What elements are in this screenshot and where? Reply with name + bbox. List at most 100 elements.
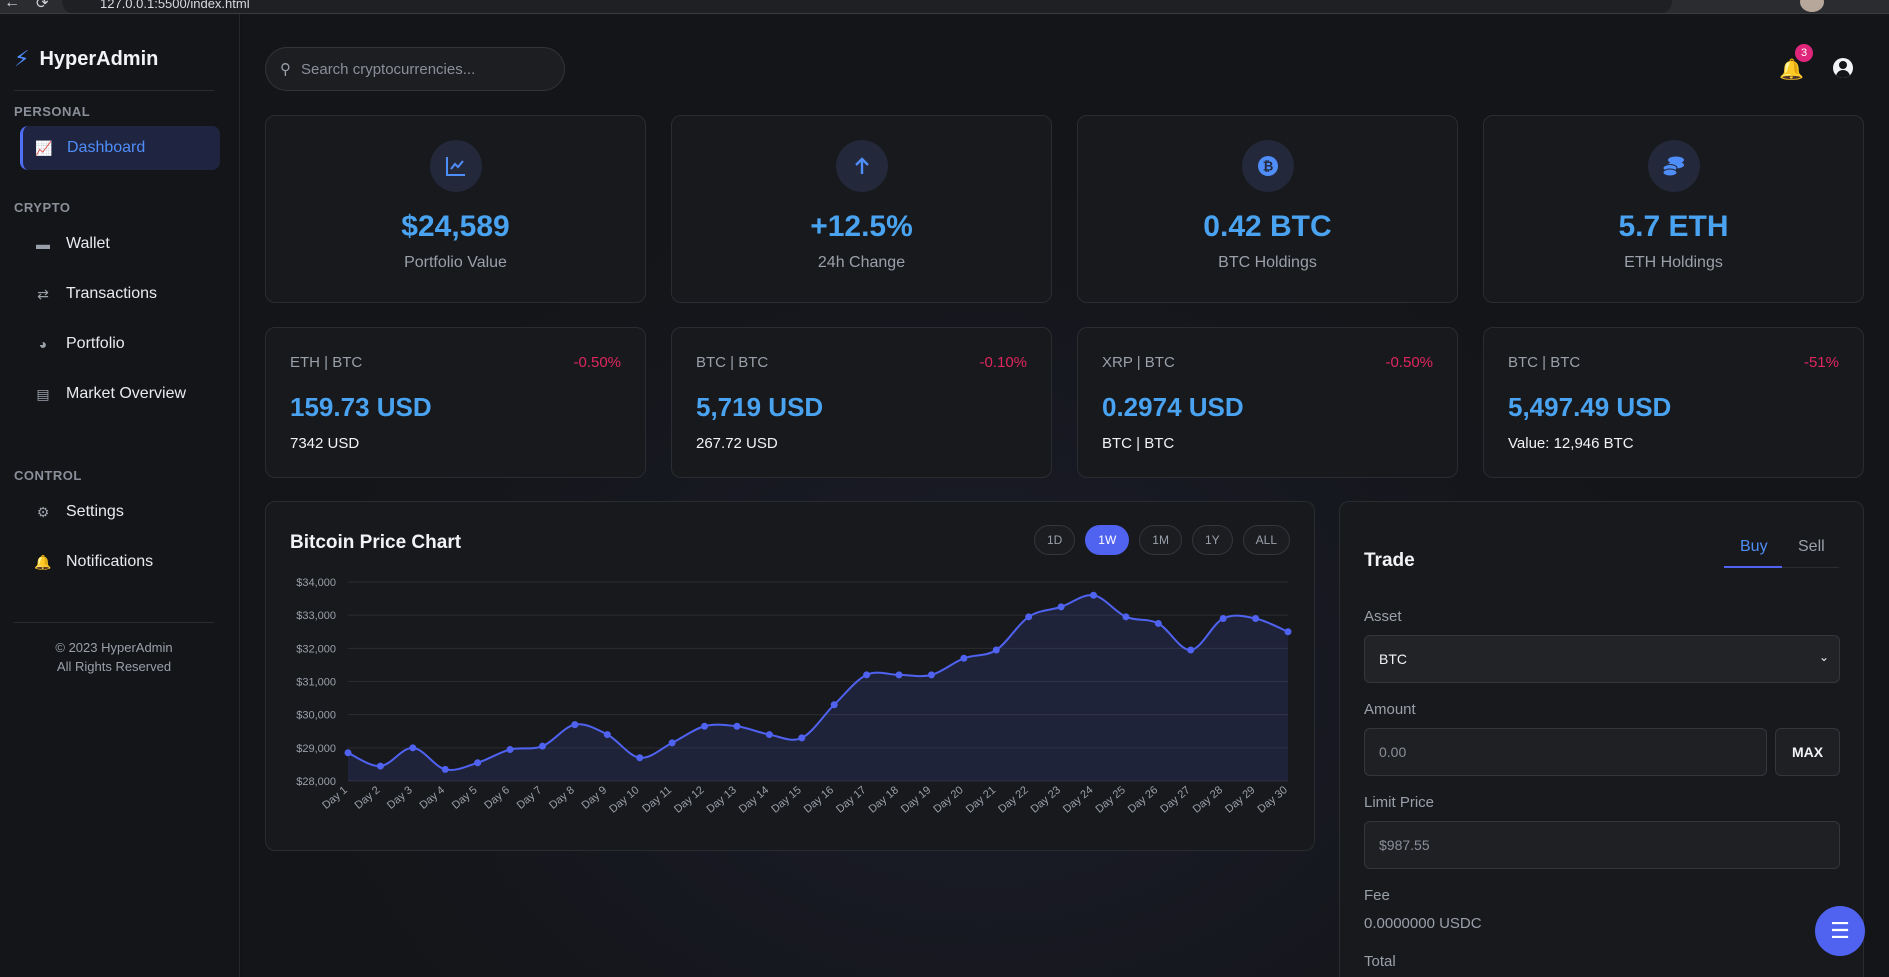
pair-change: -0.10%	[979, 354, 1027, 371]
pair-card[interactable]: XRP | BTC -0.50% 0.2974 USD BTC | BTC	[1077, 327, 1458, 478]
search-bar[interactable]: ⚲	[265, 47, 565, 91]
trade-tabs: Buy Sell	[1724, 530, 1839, 568]
x-tick-label: Day 8	[547, 784, 577, 812]
stat-card-portfolio-value: $24,589 Portfolio Value	[265, 115, 646, 303]
x-tick-label: Day 21	[964, 784, 998, 816]
x-tick-label: Day 3	[385, 784, 415, 812]
reload-icon[interactable]: ⟳	[36, 0, 49, 12]
stat-label: Portfolio Value	[404, 254, 507, 271]
price-area-fill	[348, 595, 1288, 781]
chart-title: Bitcoin Price Chart	[290, 532, 462, 553]
x-tick-label: Day 2	[353, 784, 383, 812]
pair-price: 159.73 USD	[290, 392, 432, 422]
price-point	[863, 671, 871, 679]
sidebar-item-dashboard[interactable]: 📈 Dashboard	[20, 126, 220, 170]
floating-menu-button[interactable]: ☰	[1815, 906, 1865, 956]
search-icon: ⚲	[280, 61, 291, 78]
exchange-arrows-icon: ⇄	[37, 285, 49, 302]
section-label-personal: PERSONAL	[14, 104, 91, 119]
pair-price: 0.2974 USD	[1102, 392, 1244, 422]
price-point	[830, 701, 838, 709]
y-tick-label: $32,000	[296, 643, 336, 655]
arrow-up-icon	[835, 140, 888, 192]
x-tick-label: Day 13	[704, 784, 738, 816]
total-label: Total	[1364, 953, 1396, 970]
sidebar-item-notifications[interactable]: 🔔 Notifications	[20, 540, 220, 584]
price-point	[603, 731, 611, 739]
pair-card[interactable]: ETH | BTC -0.50% 159.73 USD 7342 USD	[265, 327, 646, 478]
asset-label: Asset	[1364, 608, 1402, 625]
pair-change: -0.50%	[1385, 354, 1433, 371]
price-point	[1090, 591, 1098, 599]
tab-buy[interactable]: Buy	[1740, 538, 1768, 556]
copyright-line: All Rights Reserved	[56, 659, 172, 674]
y-tick-label: $30,000	[296, 710, 336, 722]
max-button[interactable]: MAX	[1775, 728, 1840, 776]
search-input[interactable]	[301, 60, 551, 78]
address-bar-url: 127.0.0.1:5500/index.html	[100, 0, 250, 11]
x-tick-label: Day 12	[672, 784, 706, 816]
stat-value: +12.5%	[810, 210, 913, 243]
address-bar[interactable]	[62, 0, 1672, 13]
x-tick-label: Day 14	[737, 784, 771, 816]
sidebar-item-label: Wallet	[66, 235, 110, 252]
divider	[14, 622, 214, 623]
asset-select-value: BTC	[1379, 651, 1407, 667]
copyright-line: © 2023 HyperAdmin	[55, 640, 173, 655]
trade-panel: Trade Buy Sell Asset BTC ⌄ Amount 0.00 M…	[1339, 501, 1864, 977]
user-account-icon[interactable]	[1833, 58, 1853, 78]
sidebar-item-wallet[interactable]: ▬ Wallet	[20, 222, 220, 266]
pair-card[interactable]: BTC | BTC -51% 5,497.49 USD Value: 12,94…	[1483, 327, 1864, 478]
price-point	[960, 654, 968, 662]
pair-subtext: Value: 12,946 BTC	[1508, 435, 1634, 452]
sidebar-item-label: Dashboard	[67, 139, 146, 156]
price-point	[376, 762, 384, 770]
back-arrow-icon[interactable]: ←	[4, 0, 20, 12]
sidebar-item-transactions[interactable]: ⇄ Transactions	[20, 272, 220, 316]
pair-subtext: 7342 USD	[290, 435, 360, 452]
sidebar-item-portfolio[interactable]: ◕ Portfolio	[20, 322, 220, 366]
pair-subtext: BTC | BTC	[1102, 435, 1175, 452]
price-point	[1284, 628, 1292, 636]
pair-change: -51%	[1803, 354, 1839, 371]
sidebar-item-market-overview[interactable]: ▤ Market Overview	[20, 372, 220, 416]
price-point	[733, 722, 741, 730]
price-point	[409, 744, 417, 752]
range-button-all[interactable]: ALL	[1242, 525, 1290, 555]
active-tab-indicator	[1724, 566, 1782, 568]
range-selector: 1D 1W 1M 1Y ALL	[1033, 525, 1290, 555]
brand[interactable]: ⚡ HyperAdmin	[14, 46, 158, 72]
x-tick-label: Day 1	[320, 784, 350, 812]
bar-chart-icon: ▤	[36, 385, 50, 402]
x-tick-label: Day 19	[899, 784, 933, 816]
price-point	[538, 742, 546, 750]
asset-select[interactable]: BTC ⌄	[1364, 635, 1840, 683]
stat-label: BTC Holdings	[1218, 254, 1317, 271]
pair-subtext: 267.72 USD	[696, 435, 778, 452]
browser-profile-avatar[interactable]	[1800, 0, 1824, 12]
amount-input[interactable]: 0.00	[1364, 728, 1767, 776]
range-button-1w[interactable]: 1W	[1085, 525, 1130, 555]
pair-card[interactable]: BTC | BTC -0.10% 5,719 USD 267.72 USD	[671, 327, 1052, 478]
price-point	[927, 671, 935, 679]
x-tick-label: Day 15	[769, 784, 803, 816]
range-button-1d[interactable]: 1D	[1033, 525, 1076, 555]
pie-chart-icon: ◕	[38, 336, 48, 352]
price-point	[344, 749, 352, 757]
bell-icon: 🔔	[34, 553, 52, 570]
amount-placeholder: 0.00	[1379, 744, 1407, 760]
chevron-down-icon: ⌄	[1818, 650, 1829, 664]
sidebar-item-settings[interactable]: ⚙ Settings	[20, 490, 220, 534]
y-tick-label: $29,000	[296, 743, 336, 755]
bitcoin-price-chart-card: $28,000 $29,000 $30,000 $31,000 $32,000 $33,0…	[265, 501, 1315, 851]
price-point	[668, 739, 676, 747]
x-tick-label: Day 29	[1223, 784, 1257, 816]
range-button-1y[interactable]: 1Y	[1191, 525, 1233, 555]
price-point	[571, 721, 579, 729]
range-button-1m[interactable]: 1M	[1139, 525, 1182, 555]
section-label-crypto: CRYPTO	[14, 200, 71, 215]
limit-price-input[interactable]: $987.55	[1364, 821, 1840, 869]
tab-sell[interactable]: Sell	[1798, 538, 1825, 556]
x-tick-label: Day 7	[515, 784, 545, 812]
lightning-bolt-icon: ⚡	[14, 46, 30, 71]
